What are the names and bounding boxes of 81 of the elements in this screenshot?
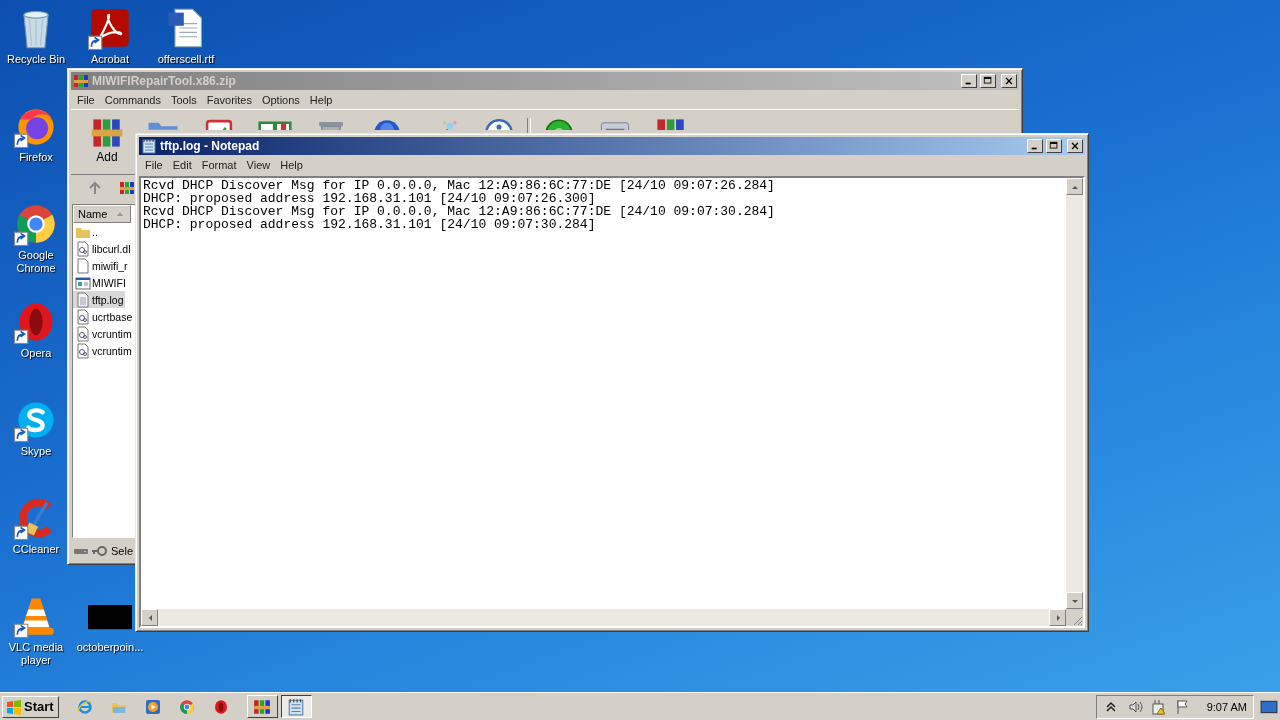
file-row[interactable]: .. — [73, 223, 99, 240]
menu-item[interactable]: Help — [275, 158, 308, 171]
close-button[interactable] — [1001, 74, 1017, 88]
window-title: tftp.log - Notepad — [160, 139, 261, 153]
file-row[interactable]: miwifi_r — [73, 257, 129, 274]
gear-file-icon — [75, 240, 91, 257]
maximize-icon — [983, 76, 993, 86]
icon-label[interactable]: offerscell.rtf — [157, 53, 215, 66]
menu-item[interactable]: File — [72, 93, 100, 106]
pdf-app-icon[interactable] — [88, 6, 132, 50]
icon-label[interactable]: VLC media player — [6, 641, 66, 667]
books-icon — [119, 180, 135, 196]
gear-file-icon — [75, 342, 91, 359]
horizontal-scrollbar[interactable] — [141, 609, 1066, 626]
close-icon — [1004, 76, 1014, 86]
gear-file-icon — [75, 325, 91, 342]
icon-label[interactable]: Opera — [20, 347, 52, 360]
icon-label[interactable]: CCleaner — [12, 543, 60, 556]
text-line: DHCP: proposed address 192.168.31.101 [24/10 09:07:26.300] — [143, 192, 596, 205]
flag-icon[interactable] — [1174, 698, 1191, 715]
text-line: Rcvd DHCP Discover Msg for IP 0.0.0.0, Mac 12:A9:86:6C:77:DE [24/10 09:07:26.284] — [143, 179, 775, 192]
books-icon — [90, 116, 124, 150]
vertical-scrollbar[interactable] — [1066, 178, 1083, 609]
play-icon[interactable] — [144, 698, 161, 715]
maximize-button[interactable] — [1046, 139, 1062, 153]
minimize-button[interactable] — [1027, 139, 1043, 153]
icon-label[interactable]: Google Chrome — [6, 249, 66, 275]
scroll-right-button[interactable] — [1049, 609, 1066, 626]
icon-label[interactable]: Recycle Bin — [6, 53, 66, 66]
minimize-button[interactable] — [961, 74, 977, 88]
browser-icon[interactable] — [14, 202, 58, 246]
icon-label[interactable]: Firefox — [19, 151, 53, 164]
menu-item[interactable]: Tools — [166, 93, 202, 106]
menu-item[interactable]: Format — [196, 158, 242, 171]
file-row[interactable]: tftp.log — [73, 291, 125, 308]
scroll-left-button[interactable] — [141, 609, 158, 626]
menu-item[interactable]: Options — [256, 93, 305, 106]
file-row[interactable]: MIWIFI — [73, 274, 127, 291]
browser-icon[interactable] — [178, 698, 195, 715]
toolbar-button[interactable]: Add — [79, 114, 135, 164]
file-row[interactable]: vcruntim — [73, 342, 133, 359]
close-icon — [1070, 141, 1080, 151]
menu-item[interactable]: Edit — [167, 158, 197, 171]
file-icon — [75, 257, 91, 274]
menu-item[interactable]: View — [241, 158, 276, 171]
key-icon — [91, 543, 107, 559]
o-ring-icon[interactable] — [212, 698, 229, 715]
taskbar-button[interactable] — [280, 695, 312, 718]
file-row[interactable]: vcruntim — [73, 325, 133, 342]
window-file-icon — [75, 274, 91, 291]
icon-label[interactable]: octoberpoin... — [76, 641, 144, 654]
icon-label[interactable]: Acrobat — [91, 53, 129, 66]
file-row[interactable]: ucrtbase — [73, 308, 134, 325]
scroll-down-button[interactable] — [1066, 592, 1083, 609]
menu-item[interactable]: Favorites — [201, 93, 257, 106]
status-text: Sele — [111, 545, 134, 557]
gear-file-icon — [75, 308, 91, 325]
text-line: Rcvd DHCP Discover Msg for IP 0.0.0.0, Mac 12:A9:86:6C:77:DE [24/10 09:07:30.284] — [143, 205, 775, 218]
menu-item[interactable]: Help — [304, 93, 338, 106]
books-icon — [253, 697, 272, 716]
close-button[interactable] — [1067, 139, 1083, 153]
clock[interactable]: 9:07 AM — [1206, 700, 1247, 713]
text-file-icon — [75, 291, 91, 308]
file-row[interactable]: libcurl.dl — [73, 240, 132, 257]
notepad-icon — [141, 138, 157, 154]
network-warning-icon[interactable] — [1150, 698, 1167, 715]
text-line: DHCP: proposed address 192.168.31.101 [24/10 09:07:30.284] — [143, 218, 596, 231]
start-button[interactable]: Start — [2, 695, 59, 718]
books-icon — [73, 73, 89, 89]
up-arrow-icon — [87, 180, 103, 196]
menu-item[interactable]: File — [140, 158, 168, 171]
column-header[interactable]: Name — [73, 205, 131, 223]
maximize-button[interactable] — [980, 74, 996, 88]
scroll-up-button[interactable] — [1066, 178, 1083, 195]
menu-item[interactable]: Commands — [99, 93, 166, 106]
windows-logo-icon — [6, 698, 22, 715]
icon-label[interactable]: Skype — [20, 445, 52, 458]
maximize-icon — [1049, 141, 1059, 151]
notepad-icon — [287, 697, 306, 716]
resize-grip-icon[interactable] — [1071, 614, 1083, 626]
window-title: MIWIFIRepairTool.x86.zip — [92, 74, 237, 88]
